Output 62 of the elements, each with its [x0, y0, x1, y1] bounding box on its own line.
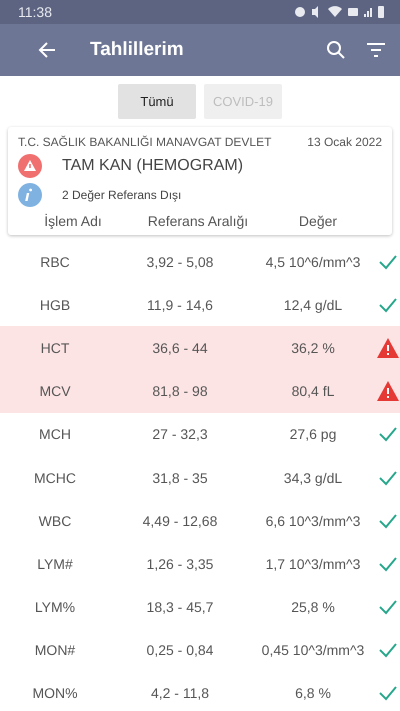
reference-range: 3,92 - 5,08 [146, 254, 214, 270]
test-code: RBC [39, 254, 71, 270]
check-icon [378, 296, 398, 313]
battery-icon [378, 6, 384, 18]
column-header: Değer [298, 213, 338, 229]
out-of-range-summary: 2 Değer Referans Dışı [62, 188, 182, 202]
result-value: 12,4 g/dL [282, 296, 344, 313]
filter-icon[interactable] [366, 42, 386, 58]
result-date: 13 Ocak 2022 [307, 135, 382, 149]
hospital-name: T.C. SAĞLIK BAKANLIĞI MANAVGAT DEVLET [18, 135, 272, 149]
test-code: LYM# [36, 556, 74, 572]
test-code: WBC [38, 512, 72, 529]
reference-range: 18,3 - 45,7 [146, 599, 214, 616]
reference-range: 27 - 32,3 [151, 426, 209, 442]
reference-range: 4,2 - 11,8 [150, 685, 210, 702]
check-icon [378, 426, 398, 442]
result-value: 25,8 % [290, 599, 336, 616]
test-code: MCH [38, 426, 72, 442]
search-icon[interactable] [326, 40, 346, 60]
warning-icon [377, 338, 399, 358]
test-code: MCV [38, 383, 72, 400]
result-value: 80,4 fL [290, 383, 336, 400]
check-icon [378, 254, 398, 270]
screen-title: Tahlillerim [90, 39, 185, 61]
test-name: TAM KAN (HEMOGRAM) [62, 157, 244, 175]
reference-range: 36,6 - 44 [151, 340, 209, 356]
reference-range: 81,8 - 98 [151, 383, 209, 400]
result-value: 36,2 % [290, 340, 336, 356]
column-header: Referans Aralığı [146, 213, 250, 229]
result-value: 6,8 % [294, 685, 332, 702]
result-value: 0,45 10^3/mm^3 [260, 642, 366, 658]
test-code: HGB [38, 296, 72, 313]
test-code: LYM% [34, 599, 76, 616]
check-icon [378, 685, 398, 702]
check-icon [378, 599, 398, 616]
check-icon [378, 512, 398, 529]
test-code: MON# [34, 642, 76, 658]
info-icon [18, 183, 42, 207]
reference-range: 11,9 - 14,6 [146, 296, 214, 313]
filter-tab[interactable]: Tümü [118, 84, 196, 119]
back-icon[interactable] [38, 41, 56, 59]
result-value: 27,6 pg [288, 426, 338, 442]
signal-icon [364, 8, 372, 17]
result-value: 34,3 g/dL [282, 470, 344, 486]
warning-icon [18, 154, 42, 178]
result-value: 4,5 10^6/mm^3 [264, 254, 362, 270]
result-value: 1,7 10^3/mm^3 [264, 556, 362, 572]
check-icon [378, 556, 398, 572]
status-time: 11:38 [18, 4, 53, 20]
reference-range: 4,49 - 12,68 [142, 512, 218, 529]
reference-range: 1,26 - 3,35 [146, 556, 214, 572]
column-header: İşlem Adı [43, 213, 103, 229]
test-code: MON% [31, 685, 79, 702]
test-code: MCHC [33, 470, 77, 486]
check-icon [378, 642, 398, 658]
test-code: HCT [40, 340, 70, 356]
result-value: 6,6 10^3/mm^3 [264, 512, 362, 529]
check-icon [378, 470, 398, 486]
reference-range: 31,8 - 35 [151, 470, 209, 486]
wifi-icon [328, 6, 342, 17]
warning-icon [377, 381, 399, 402]
reference-range: 0,25 - 0,84 [146, 642, 214, 658]
